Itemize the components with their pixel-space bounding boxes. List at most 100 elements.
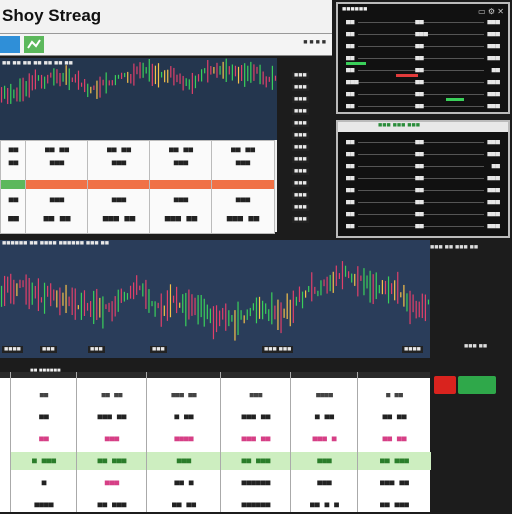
table-cell[interactable]: ■■■ bbox=[77, 474, 147, 492]
panel-row[interactable]: ■■ ■■ ■■■ bbox=[346, 174, 500, 183]
card-value: ■■■ ■■ bbox=[102, 214, 136, 224]
row-symbol: ■■ bbox=[346, 42, 355, 50]
row-value: ■■ bbox=[415, 186, 424, 194]
up-badge-icon[interactable] bbox=[458, 376, 496, 394]
table-cell[interactable]: ■■■ ■■ bbox=[221, 430, 291, 448]
table-cell[interactable]: ■■ ■■■ bbox=[358, 496, 431, 514]
panel-row[interactable]: ■■ ■■ ■■■ bbox=[346, 54, 500, 63]
panel-row[interactable]: ■■ ■■ ■■■ bbox=[346, 222, 500, 231]
settings-icon[interactable]: ⚙ bbox=[488, 7, 495, 16]
table-cell[interactable]: ■ ■■ bbox=[358, 386, 431, 404]
table-cell[interactable]: ■■■ ■■ bbox=[358, 474, 431, 492]
close-icon[interactable]: ✕ bbox=[497, 7, 504, 16]
card-mid: ■■■ bbox=[49, 158, 65, 167]
summary-card[interactable]: ■■ ■■ ■■■ ■■■ ■■ ■■ bbox=[25, 140, 89, 234]
panel-row[interactable]: ■■ ■■ ■■■ bbox=[346, 90, 500, 99]
card-value: ■■ ■■ bbox=[43, 214, 71, 224]
table-cell[interactable]: ■■ bbox=[11, 430, 77, 448]
table-cell[interactable]: ■■ ■■■ bbox=[358, 452, 431, 470]
panel-row[interactable]: ■■ ■■ ■■■ bbox=[346, 186, 500, 195]
row-value: ■■ bbox=[415, 222, 424, 230]
down-badge-icon[interactable] bbox=[434, 376, 456, 394]
table-cell[interactable]: ■■ ■■■ bbox=[77, 452, 147, 470]
summary-card[interactable]: ■■ ■■ ■■■ ■■■ ■■■ ■■ bbox=[149, 140, 213, 234]
x-tick-label: ■■■■ bbox=[2, 346, 23, 353]
mid-data-panel[interactable]: ■■■ ■■■ ■■■ ■■ ■■ ■■■ ■■ ■■ ■■■ ■■ ■■ ■■ ■■ ■■ ■■■ ■… bbox=[336, 120, 510, 238]
table-cell[interactable]: ■■■■ bbox=[147, 430, 221, 448]
table-cell[interactable]: ■■■ ■■ bbox=[77, 408, 147, 426]
table-cell[interactable]: ■■■ bbox=[291, 474, 358, 492]
card-value: ■■■ ■■ bbox=[226, 214, 260, 224]
table-cell[interactable]: ■ ■■ bbox=[147, 408, 221, 426]
panel-row[interactable]: ■■ ■■ ■■■ bbox=[346, 210, 500, 219]
row-change: ■■■ bbox=[487, 138, 500, 146]
panel-row[interactable]: ■■■■■■■■ bbox=[346, 78, 500, 87]
table-cell[interactable]: ■■■ bbox=[147, 452, 221, 470]
summary-card[interactable]: ■■ ■■ ■■ ■■ bbox=[0, 140, 27, 234]
panel-row[interactable]: ■■ ■■ ■■ bbox=[346, 162, 500, 171]
window-icon[interactable]: ▭ bbox=[478, 7, 486, 16]
tab-chart-green[interactable] bbox=[24, 36, 44, 53]
table-cell[interactable]: ■■ ■■ bbox=[358, 408, 431, 426]
row-value: ■■ bbox=[415, 42, 424, 50]
card-sub: ■■■ bbox=[49, 195, 65, 204]
table-cell[interactable]: ■■ ■■■ bbox=[77, 496, 147, 514]
table-cell[interactable]: ■■■ ■■ bbox=[147, 386, 221, 404]
table-cell[interactable]: ■■■ ■■ bbox=[221, 408, 291, 426]
table-cell[interactable]: ■■■ ■ bbox=[291, 430, 358, 448]
row-value: ■■ bbox=[415, 150, 424, 158]
card-value: ■■■ ■■ bbox=[164, 214, 198, 224]
table-cell[interactable]: ■■■ bbox=[291, 452, 358, 470]
row-symbol: ■■ bbox=[346, 174, 355, 182]
row-change: ■■■ bbox=[487, 198, 500, 206]
table-cell[interactable]: ■■ ■■■ bbox=[221, 452, 291, 470]
lower-price-chart[interactable]: ■■■■■■ ■■ ■■■■ ■■■■■■ ■■■ ■■ ■■■■ ■■■ ■■■ ■… bbox=[0, 240, 430, 358]
table-cell[interactable]: ■■ bbox=[11, 408, 77, 426]
table-cell[interactable]: ■■■■ bbox=[291, 386, 358, 404]
panel-row[interactable]: ■■ ■■ ■■■ bbox=[346, 18, 500, 27]
toolbar-info: ■ ■ ■ ■ bbox=[303, 39, 326, 46]
table-cell[interactable]: ■■ ■ ■ bbox=[291, 496, 358, 514]
side-label: ■■■ bbox=[292, 144, 309, 151]
summary-card[interactable]: ■■ ■■ ■■■ ■■■ ■■■ ■■ bbox=[211, 140, 275, 234]
row-value: ■■ bbox=[415, 90, 424, 98]
table-cell[interactable]: ■ ■■■ bbox=[11, 452, 77, 470]
summary-cards: ■■ ■■ ■■ ■■ ■■ ■■ ■■■ ■■■ ■■ ■■ ■■ ■■ ■■■ ■■■ ■■■ ■… bbox=[0, 140, 277, 234]
table-column: ■■■ ■■■ ■■ ■■■ ■■ ■■ ■■■ ■■■■■■ ■■■■■■ bbox=[220, 372, 291, 512]
table-cell[interactable]: ■■■ bbox=[221, 386, 291, 404]
top-price-chart[interactable]: ■■ ■■ ■■ ■■ ■■ ■■ ■■ bbox=[0, 58, 277, 140]
table-cell[interactable]: ■■ ■■ bbox=[77, 386, 147, 404]
side-label: ■■■ bbox=[292, 84, 309, 91]
table-column: ■■■ ■■ ■ ■■ ■■■■ ■■■ ■■ ■ ■■ ■■ bbox=[146, 372, 221, 512]
table-cell[interactable]: ■■■■■■ bbox=[221, 496, 291, 514]
table-cell[interactable]: ■■■■■■ bbox=[221, 474, 291, 492]
panel-row[interactable]: ■■■■■■■■ bbox=[346, 30, 500, 39]
summary-card[interactable]: ■■ ■■ ■■■ ■■■ ■■■ ■■ bbox=[87, 140, 151, 234]
table-cell[interactable]: ■■■ bbox=[77, 430, 147, 448]
panel-row[interactable]: ■■ ■■ ■■■ bbox=[346, 150, 500, 159]
card-top: ■■ ■■ bbox=[168, 145, 194, 154]
table-cell[interactable]: ■ bbox=[11, 474, 77, 492]
row-symbol: ■■ bbox=[346, 186, 355, 194]
top-data-panel[interactable]: ■■■■■■ ▭ ⚙ ✕ ■■ ■■ ■■■ ■■ ■■■ ■■■ ■■ ■■ ■■■ ■■ ■■ ■… bbox=[336, 2, 510, 114]
x-tick-label: ■■■ bbox=[40, 346, 57, 353]
table-cell[interactable]: ■ ■■ bbox=[291, 408, 358, 426]
tab-chart-blue[interactable] bbox=[0, 36, 20, 53]
panel-controls: ▭ ⚙ ✕ bbox=[478, 7, 504, 16]
side-label: ■■■ bbox=[292, 132, 309, 139]
ticker-badges[interactable] bbox=[434, 376, 498, 398]
side-label: ■■■ bbox=[292, 120, 309, 127]
panel-row[interactable]: ■■ ■■ ■■■ bbox=[346, 42, 500, 51]
panel-row[interactable]: ■■ ■■ ■■■ bbox=[346, 138, 500, 147]
panel-row[interactable]: ■■ ■■ ■■ bbox=[346, 66, 500, 75]
table-cell[interactable]: ■■ ■ bbox=[147, 474, 221, 492]
quotes-table: ■■ ■■■■■■ ■■ ■■ ■■ ■ ■■■ ■ ■■■■ ■■ ■■ ■■■ ■■ ■■■… bbox=[0, 368, 431, 514]
table-cell[interactable]: ■■■■ bbox=[11, 496, 77, 514]
table-cell[interactable]: ■■ ■■ bbox=[147, 496, 221, 514]
panel-row[interactable]: ■■ ■■ ■■■ bbox=[346, 102, 500, 111]
row-symbol: ■■ bbox=[346, 54, 355, 62]
panel-row[interactable]: ■■ ■■ ■■■ bbox=[346, 198, 500, 207]
table-cell[interactable]: ■■ ■■ bbox=[358, 430, 431, 448]
table-cell[interactable]: ■■ bbox=[11, 386, 77, 404]
row-value: ■■ bbox=[415, 138, 424, 146]
